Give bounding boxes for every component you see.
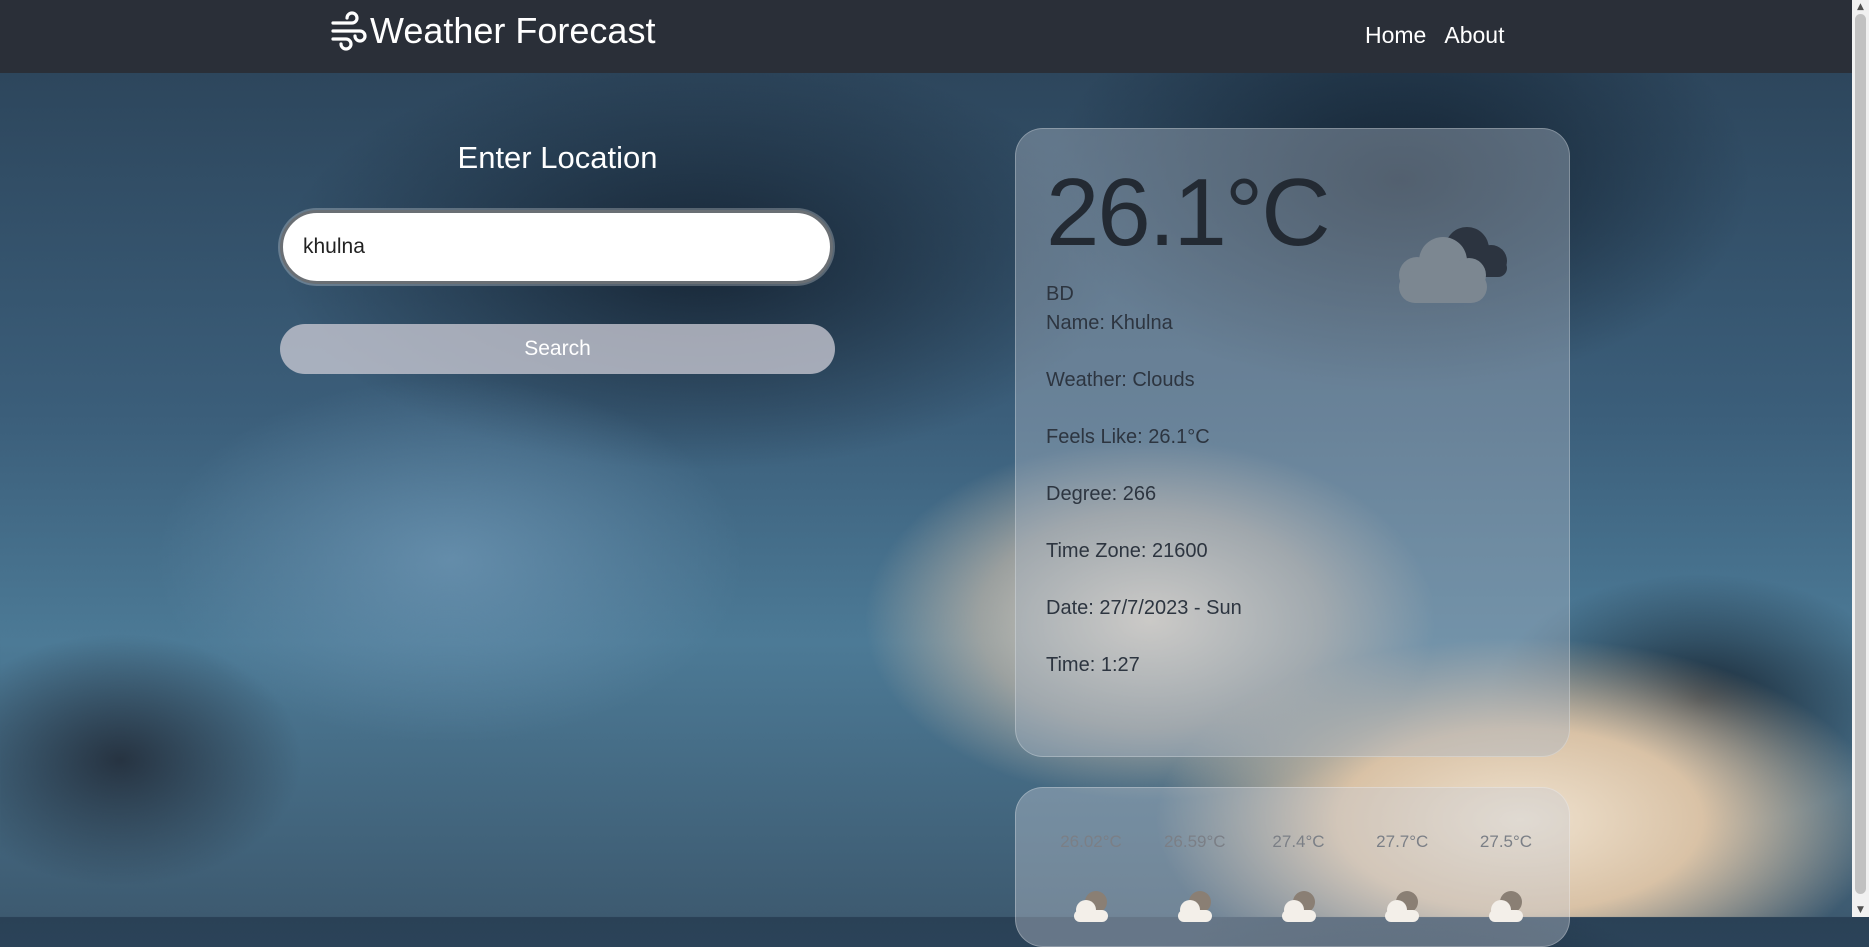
forecast-item: 26.59°C — [1150, 832, 1240, 924]
forecast-item: 27.4°C — [1254, 832, 1344, 924]
partly-cloudy-icon — [1385, 891, 1420, 922]
wind-degree: Degree: 266 — [1046, 483, 1157, 505]
brand-title: Weather Forecast — [370, 10, 656, 51]
wind-icon — [331, 11, 367, 51]
partly-cloudy-icon — [1281, 891, 1316, 922]
forecast-item: 27.7°C — [1357, 832, 1447, 924]
vertical-scrollbar[interactable]: ▲ ▼ — [1852, 0, 1869, 917]
forecast-temp: 27.7°C — [1376, 832, 1429, 851]
time: Time: 1:27 — [1046, 654, 1140, 676]
brand[interactable]: Weather Forecast — [330, 10, 655, 52]
forecast-row: 26.02°C 26.59°C 27.4°C 27.7°C 27.5°C — [1046, 832, 1551, 924]
search-title: Enter Location — [457, 140, 658, 175]
scroll-down-icon[interactable]: ▼ — [1852, 903, 1869, 917]
weather-condition: Weather: Clouds — [1046, 369, 1195, 391]
time-zone: Time Zone: 21600 — [1046, 540, 1208, 562]
feels-like: Feels Like: 26.1°C — [1046, 426, 1210, 448]
nav-link-home[interactable]: Home — [1365, 22, 1426, 49]
nav-link-about[interactable]: About — [1444, 22, 1504, 49]
partly-cloudy-icon — [1074, 891, 1108, 922]
location-name: Name: Khulna — [1046, 312, 1173, 334]
forecast-temp: 27.5°C — [1479, 832, 1533, 851]
forecast-temp: 26.59°C — [1163, 832, 1226, 851]
forecast-card: 26.02°C 26.59°C 27.4°C 27.7°C 27.5°C — [1015, 787, 1570, 947]
navbar: Weather Forecast Home About — [0, 0, 1852, 73]
scroll-up-icon[interactable]: ▲ — [1852, 0, 1869, 14]
forecast-item: 27.5°C — [1461, 832, 1551, 924]
partly-cloudy-icon — [1177, 891, 1212, 922]
scroll-thumb[interactable] — [1855, 14, 1866, 894]
date: Date: 27/7/2023 - Sun — [1046, 597, 1242, 619]
cloud-icon — [1399, 227, 1507, 303]
location-input[interactable] — [280, 210, 833, 284]
forecast-temp: 26.02°C — [1060, 832, 1122, 851]
partly-cloudy-icon — [1489, 891, 1523, 922]
forecast-item: 26.02°C — [1046, 832, 1136, 924]
forecast-temp: 27.4°C — [1272, 832, 1325, 851]
search-panel: Enter Location Search — [280, 140, 835, 374]
search-button[interactable]: Search — [280, 324, 835, 374]
nav-links: Home About — [1365, 22, 1504, 49]
weather-card: 26.1°C BD Name: Khulna Weather: Clouds F… — [1015, 128, 1570, 757]
